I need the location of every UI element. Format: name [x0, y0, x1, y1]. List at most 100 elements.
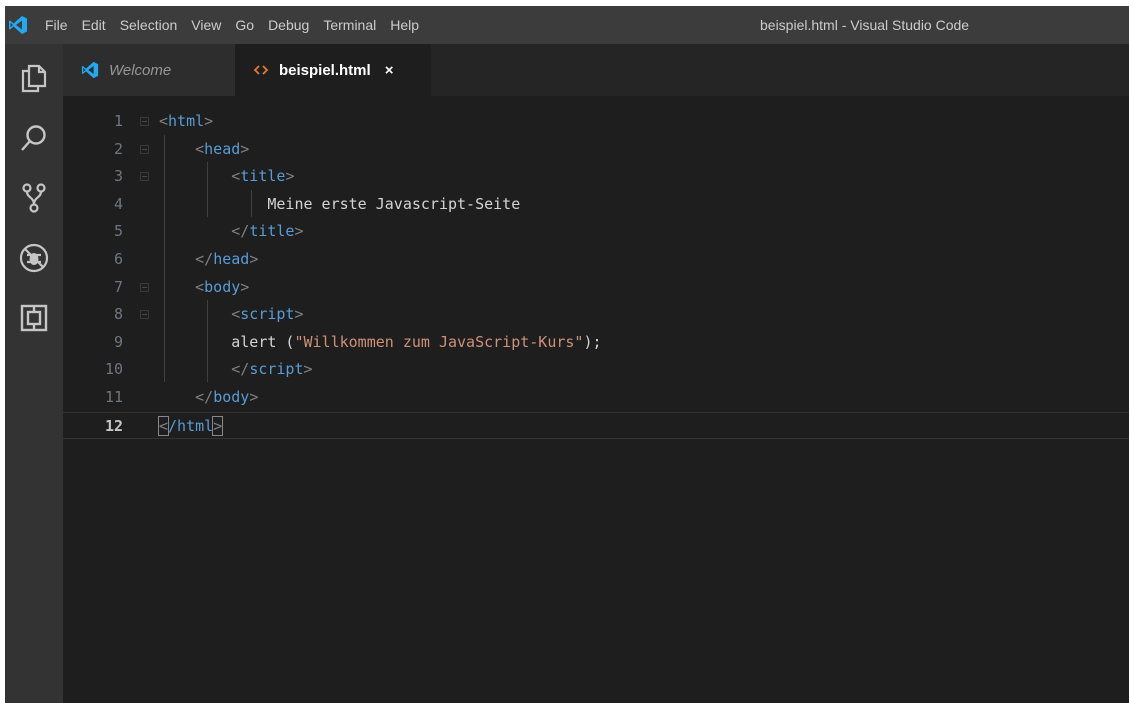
code-line[interactable]: 2 <head>	[63, 136, 1129, 164]
code-line[interactable]: 3 <title>	[63, 163, 1129, 191]
tab-label: beispiel.html	[279, 61, 371, 79]
code-line[interactable]: 9 alert ("Willkommen zum JavaScript-Kurs…	[63, 329, 1129, 357]
tag-name: body	[213, 388, 250, 406]
code-content: <title>	[159, 163, 294, 191]
line-number: 5	[113, 222, 123, 241]
menu-terminal[interactable]: Terminal	[323, 17, 376, 33]
fold-icon[interactable]	[140, 117, 149, 126]
code-line[interactable]: 8 <script>	[63, 301, 1129, 329]
title-bar: File Edit Selection View Go Debug Termin…	[5, 6, 1129, 44]
search-icon[interactable]	[5, 114, 63, 162]
code-line[interactable]: 1 <html>	[63, 108, 1129, 136]
menu-go[interactable]: Go	[235, 17, 254, 33]
line-number: 6	[113, 250, 123, 268]
code-content: </html>	[157, 413, 224, 441]
line-number: 3	[113, 167, 123, 186]
tag-name: title	[249, 222, 295, 241]
line-number: 4	[113, 194, 123, 213]
tag-bracket: <	[157, 415, 170, 436]
code-line[interactable]: 5 </title>	[63, 218, 1129, 246]
text-content: Meine erste Javascript-Seite	[267, 194, 521, 213]
tag-name: /html	[168, 416, 214, 435]
menu-view[interactable]: View	[191, 17, 221, 33]
line-number: 8	[113, 305, 123, 324]
tag-bracket: <	[195, 139, 205, 158]
code-line[interactable]: 11 </body>	[63, 384, 1129, 412]
menu-edit[interactable]: Edit	[82, 17, 106, 33]
code-content: <html>	[159, 108, 213, 136]
debug-icon[interactable]	[5, 234, 63, 282]
fold-icon[interactable]	[140, 172, 149, 182]
code-line[interactable]: 4 Meine erste Javascript-Seite	[63, 191, 1129, 219]
tag-bracket: >	[294, 305, 304, 324]
extensions-icon[interactable]	[5, 294, 63, 342]
tag-bracket: </	[231, 222, 250, 241]
tag-bracket: >	[212, 415, 224, 436]
line-number: 11	[104, 388, 123, 406]
explorer-icon[interactable]	[5, 54, 63, 102]
tab-strip: Welcome beispiel.html ×	[63, 44, 1129, 96]
menu-bar: File Edit Selection View Go Debug Termin…	[45, 6, 433, 44]
tab-welcome[interactable]: Welcome	[63, 44, 235, 96]
fold-icon[interactable]	[140, 310, 149, 320]
fold-icon[interactable]	[140, 282, 149, 292]
menu-file[interactable]: File	[45, 17, 68, 33]
code-content: <body>	[159, 274, 249, 302]
code-line[interactable]: 6 </head>	[63, 246, 1129, 274]
close-icon[interactable]: ×	[385, 62, 394, 79]
code-content: <script>	[159, 301, 304, 329]
tag-name: html	[168, 112, 205, 130]
code-line[interactable]: 10 </script>	[63, 356, 1129, 384]
code-line[interactable]: 12 </html>	[63, 411, 1129, 441]
menu-debug[interactable]: Debug	[268, 17, 309, 33]
activity-bar	[5, 44, 63, 703]
tag-bracket: <	[231, 167, 241, 186]
menu-help[interactable]: Help	[390, 17, 419, 33]
code-content: </body>	[159, 384, 258, 412]
code-content: alert ("Willkommen zum JavaScript-Kurs")…	[159, 329, 602, 357]
tag-bracket: </	[231, 360, 250, 379]
code-content: </title>	[159, 218, 304, 246]
tag-name: script	[249, 360, 304, 379]
tag-name: head	[213, 250, 250, 268]
tag-bracket: <	[231, 305, 241, 324]
menu-selection[interactable]: Selection	[120, 17, 178, 33]
html-file-icon	[253, 64, 269, 76]
code-token: );	[583, 332, 602, 351]
tag-name: script	[240, 305, 295, 324]
tag-bracket: >	[240, 139, 250, 158]
line-number: 7	[113, 277, 123, 296]
vscode-window: File Edit Selection View Go Debug Termin…	[5, 6, 1129, 703]
tag-bracket: </	[195, 388, 214, 406]
tag-bracket: </	[195, 250, 214, 268]
code-editor[interactable]: 1 <html> 2 <head> 3 <title> 4 Meine erste Ja…	[63, 96, 1129, 703]
tab-beispiel-html[interactable]: beispiel.html ×	[235, 44, 431, 96]
tag-bracket: >	[294, 222, 304, 241]
tag-bracket: >	[249, 388, 259, 406]
window-title: beispiel.html - Visual Studio Code	[760, 17, 970, 33]
fold-icon[interactable]	[140, 144, 149, 154]
tab-label: Welcome	[109, 61, 172, 79]
vscode-logo-icon	[8, 15, 28, 35]
code-content: Meine erste Javascript-Seite	[159, 191, 520, 219]
tag-name: head	[204, 139, 241, 158]
code-content: </script>	[159, 356, 312, 384]
line-number: 1	[113, 112, 123, 130]
tag-bracket: <	[195, 277, 205, 296]
line-number: 10	[104, 360, 123, 379]
code-content: </head>	[159, 246, 258, 274]
code-content: <head>	[159, 136, 249, 164]
source-control-icon[interactable]	[5, 174, 63, 222]
code-token: alert (	[231, 332, 295, 351]
tag-name: body	[204, 277, 241, 296]
tag-bracket: <	[159, 112, 169, 130]
code-line[interactable]: 7 <body>	[63, 274, 1129, 302]
